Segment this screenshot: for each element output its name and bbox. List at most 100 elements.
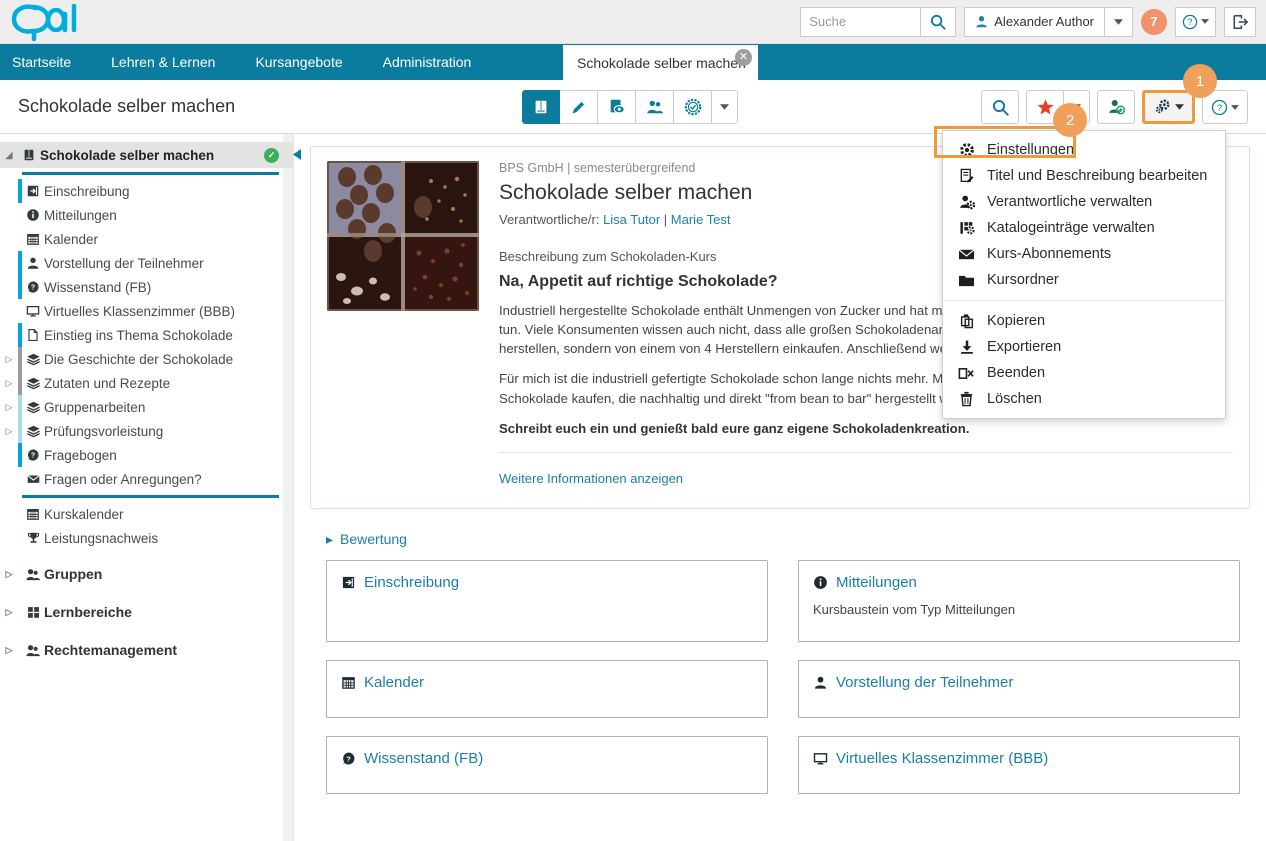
tile-vorstellung[interactable]: Vorstellung der Teilnehmer (798, 659, 1240, 718)
manage-users-icon (957, 194, 976, 210)
sidebar-item-vorstellung[interactable]: Vorstellung der Teilnehmer (0, 251, 293, 275)
main-navigation: Startseite Lehren & Lernen Kursangebote … (0, 44, 1266, 80)
expand-arrow-icon[interactable]: ▷ (0, 402, 18, 413)
members-icon[interactable] (636, 90, 674, 124)
menu-item-label: Katalogeinträge verwalten (987, 220, 1155, 236)
help-menu-button[interactable]: ? (1175, 6, 1216, 37)
sidebar-item-rechtemanagement[interactable]: ▷ Rechtemanagement (0, 634, 293, 666)
svg-text:?: ? (1217, 102, 1222, 113)
menu-item-kopieren[interactable]: Kopieren (943, 308, 1225, 334)
tile-einschreibung[interactable]: Einschreibung (326, 559, 768, 642)
sidebar-item-gruppenarbeiten[interactable]: ▷ Gruppenarbeiten (0, 395, 293, 419)
sidebar-item-label: Leistungsnachweis (44, 530, 159, 546)
sidebar-item-leistungsnachweis[interactable]: Leistungsnachweis (0, 526, 293, 550)
menu-item-einstellungen[interactable]: Einstellungen (943, 137, 1225, 163)
menu-item-exportieren[interactable]: Exportieren (943, 334, 1225, 360)
expand-arrow-icon[interactable]: ◢ (0, 150, 18, 161)
badge-check-icon[interactable] (674, 90, 712, 124)
user-menu-caret[interactable] (1105, 6, 1133, 37)
tile-mitteilungen[interactable]: Mitteilungen Kursbaustein vom Typ Mittei… (798, 559, 1240, 642)
question-bubble-icon: ? (22, 448, 44, 462)
nav-item-administration[interactable]: Administration (363, 44, 492, 80)
sidebar-item-label: Gruppenarbeiten (44, 399, 146, 415)
person-icon (976, 16, 987, 28)
book-icon[interactable] (522, 90, 560, 124)
expand-arrow-icon[interactable]: ▸ (326, 531, 333, 548)
gear-settings-icon[interactable] (1142, 90, 1195, 124)
nav-item-lehren-lernen[interactable]: Lehren & Lernen (91, 44, 235, 80)
help-icon: ? (1182, 14, 1198, 29)
add-member-icon[interactable] (1097, 90, 1135, 124)
sidebar-item-zutaten[interactable]: ▷ Zutaten und Rezepte (0, 371, 293, 395)
menu-item-kurs-abonnements[interactable]: Kurs-Abonnements (943, 241, 1225, 267)
notification-badge[interactable]: 7 (1141, 8, 1167, 35)
menu-item-titel-beschreibung[interactable]: Titel und Beschreibung bearbeiten (943, 163, 1225, 189)
top-bar-right: Alexander Author 7 ? (800, 6, 1266, 37)
calendar-icon (341, 675, 356, 690)
nav-label: Administration (382, 54, 472, 70)
sidebar-item-mitteilungen[interactable]: Mitteilungen (0, 203, 293, 227)
sidebar-item-kurskalender[interactable]: Kurskalender (0, 502, 293, 526)
search-input[interactable] (800, 6, 921, 37)
person-icon (813, 675, 828, 690)
question-bubble-icon: ? (341, 751, 356, 766)
tile-kalender[interactable]: Kalender (326, 659, 768, 718)
sidebar-item-root[interactable]: ◢ Schokolade selber machen ✓ (0, 142, 293, 168)
expand-arrow-icon[interactable]: ▷ (0, 378, 18, 389)
menu-item-beenden[interactable]: Beenden (943, 360, 1225, 386)
sidebar-item-pruefungsvorleistung[interactable]: ▷ Prüfungsvorleistung (0, 419, 293, 443)
preview-eye-icon[interactable] (598, 90, 636, 124)
close-icon[interactable]: ✕ (735, 49, 752, 66)
chevron-down-icon (1114, 18, 1123, 25)
pencil-icon[interactable] (560, 90, 598, 124)
sidebar-item-klassenzimmer[interactable]: Virtuelles Klassenzimmer (BBB) (0, 299, 293, 323)
global-search[interactable] (800, 6, 957, 37)
tile-klassenzimmer[interactable]: Virtuelles Klassenzimmer (BBB) (798, 735, 1240, 794)
search-icon[interactable] (981, 90, 1019, 124)
responsible-link-1[interactable]: Lisa Tutor (603, 212, 660, 227)
nav-item-startseite[interactable]: Startseite (0, 44, 91, 80)
more-info-link[interactable]: Weitere Informationen anzeigen (499, 471, 683, 486)
collapse-left-icon[interactable] (289, 145, 305, 163)
sidebar-item-geschichte[interactable]: ▷ Die Geschichte der Schokolade (0, 347, 293, 371)
menu-item-verantwortliche[interactable]: Verantwortliche verwalten (943, 189, 1225, 215)
sidebar-item-kalender[interactable]: Kalender (0, 227, 293, 251)
sidebar-item-wissenstand[interactable]: ? Wissenstand (FB) (0, 275, 293, 299)
logout-button[interactable] (1224, 6, 1256, 37)
user-button[interactable]: Alexander Author (964, 6, 1105, 37)
info-icon (22, 208, 44, 222)
sidebar-item-fragen[interactable]: Fragen oder Anregungen? (0, 467, 293, 491)
tile-wissenstand[interactable]: ? Wissenstand (FB) (326, 735, 768, 794)
menu-item-label: Kursordner (987, 272, 1059, 288)
expand-arrow-icon[interactable]: ▷ (0, 354, 18, 365)
sidebar-item-label: Zutaten und Rezepte (44, 375, 171, 391)
chevron-down-icon[interactable] (712, 90, 738, 124)
sidebar-item-einschreibung[interactable]: Einschreibung (0, 179, 293, 203)
opal-logo[interactable] (10, 2, 84, 42)
menu-item-katalogeintraege[interactable]: Katalogeinträge verwalten (943, 215, 1225, 241)
menu-item-kursordner[interactable]: Kursordner (943, 267, 1225, 293)
sidebar-item-lernbereiche[interactable]: ▷ Lernbereiche (0, 596, 293, 628)
calendar-icon (22, 232, 44, 246)
nav-item-kursangebote[interactable]: Kursangebote (235, 44, 362, 80)
help-icon[interactable]: ? (1202, 90, 1248, 124)
catalog-icon (957, 220, 976, 236)
expand-arrow-icon[interactable]: ▷ (0, 426, 18, 437)
expand-arrow-icon[interactable]: ▷ (0, 607, 18, 618)
responsible-link-2[interactable]: Marie Test (671, 212, 731, 227)
user-menu[interactable]: Alexander Author (964, 6, 1133, 37)
expand-arrow-icon[interactable]: ▷ (0, 569, 18, 580)
sidebar-item-einstieg[interactable]: Einstieg ins Thema Schokolade (0, 323, 293, 347)
course-mode-toolbar (522, 90, 738, 124)
search-submit-button[interactable] (920, 6, 957, 37)
expand-arrow-icon[interactable]: ▷ (0, 645, 18, 656)
menu-item-loeschen[interactable]: Löschen (943, 386, 1225, 412)
sidebar-item-fragebogen[interactable]: ? Fragebogen (0, 443, 293, 467)
course-tab[interactable]: Schokolade selber machen ✕ (563, 45, 758, 80)
envelope-icon (22, 472, 44, 486)
chevron-down-icon (1231, 104, 1239, 110)
sidebar-item-gruppen[interactable]: ▷ Gruppen (0, 558, 293, 590)
monitor-icon (813, 751, 828, 766)
bewertung-toggle[interactable]: ▸ Bewertung (326, 531, 1250, 548)
page-title: Schokolade selber machen (18, 96, 236, 116)
